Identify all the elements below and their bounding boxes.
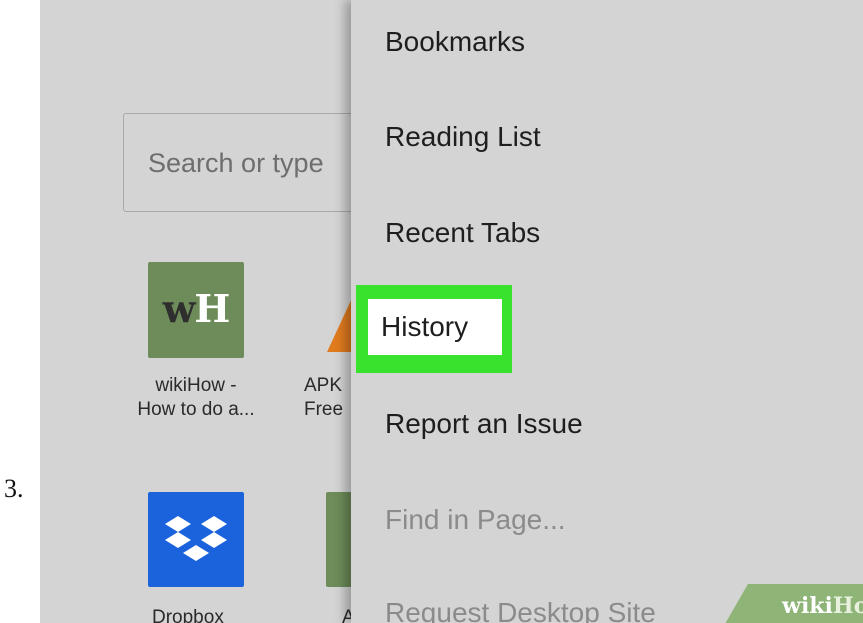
menu-item-history-label: History	[381, 311, 469, 342]
apk-shortcut-label[interactable]: APK Free	[304, 374, 343, 422]
dropbox-shortcut-label[interactable]: Dropbox	[152, 606, 224, 623]
search-placeholder: Search or type	[148, 148, 324, 178]
overflow-menu: Bookmarks Reading List Recent Tabs Histo…	[351, 0, 863, 623]
step-number: 3.	[4, 474, 24, 503]
menu-item-history[interactable]: History	[368, 299, 502, 355]
dropbox-icon	[165, 516, 227, 561]
menu-item-report-issue[interactable]: Report an Issue	[385, 408, 583, 440]
wikihow-logo-icon: wH	[162, 286, 231, 331]
menu-item-recent-tabs[interactable]: Recent Tabs	[385, 217, 540, 249]
wikihow-shortcut-label[interactable]: wikiHow - How to do a...	[134, 374, 258, 422]
menu-item-find-in-page: Find in Page...	[385, 504, 566, 535]
browser-screen: Search or type wH wikiHow - How to do a.…	[40, 0, 863, 623]
wikihow-watermark-text: wikiHow	[782, 593, 863, 619]
menu-item-reading-list[interactable]: Reading List	[385, 121, 541, 153]
menu-item-request-desktop-site: Request Desktop Site	[385, 597, 656, 623]
menu-item-bookmarks[interactable]: Bookmarks	[385, 26, 525, 58]
history-highlight-box: History	[356, 285, 512, 373]
wikihow-shortcut-tile[interactable]: wH	[148, 262, 244, 358]
dropbox-shortcut-tile[interactable]	[148, 492, 244, 587]
